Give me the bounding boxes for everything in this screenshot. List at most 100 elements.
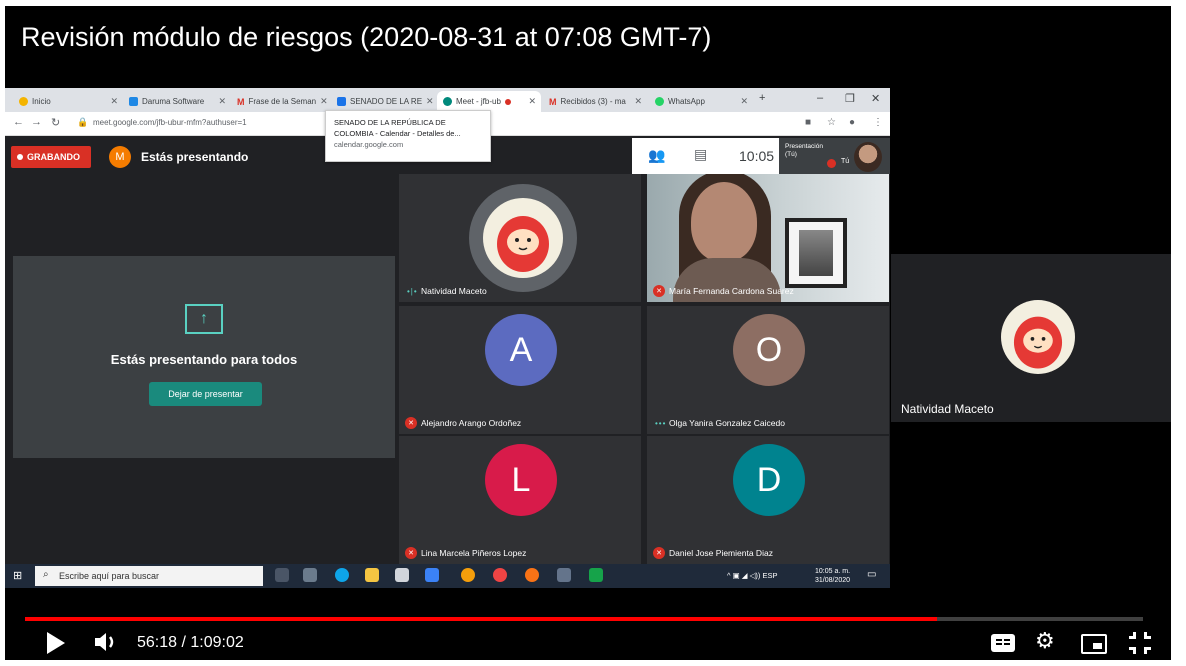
tab-tooltip: SENADO DE LA REPÚBLICA DE COLOMBIA - Cal…: [325, 110, 491, 162]
participant-avatar: [1001, 300, 1075, 374]
edge-icon[interactable]: [335, 568, 349, 582]
close-tab-icon[interactable]: ✕: [218, 96, 231, 107]
settings-gear-icon[interactable]: ⚙: [1035, 628, 1055, 654]
chat-icon[interactable]: ▤: [694, 146, 707, 163]
tab-label: WhatsApp: [668, 97, 705, 106]
file-explorer-icon[interactable]: [365, 568, 379, 582]
taskbar-clock[interactable]: 10:05 a. m. 31/08/2020: [815, 567, 850, 585]
close-window-icon[interactable]: ✕: [871, 92, 880, 105]
player-controls: 56:18 / 1:09:02 ⚙: [5, 626, 1171, 660]
video-player[interactable]: Revisión módulo de riesgos (2020-08-31 a…: [5, 6, 1171, 660]
excel-icon[interactable]: [589, 568, 603, 582]
recording-badge: GRABANDO: [11, 146, 91, 168]
browser-tabstrip: Inicio ✕ Daruma Software ✕ M Frase de la…: [5, 88, 890, 112]
self-view-tile[interactable]: Presentación (Tú) Tú: [779, 138, 890, 174]
browser-tab-inicio[interactable]: Inicio ✕: [13, 91, 123, 112]
close-tab-icon[interactable]: ✕: [320, 96, 331, 107]
store-icon[interactable]: [395, 568, 409, 582]
self-camera-thumbnail: [854, 142, 882, 172]
inicio-favicon-icon: [19, 97, 28, 106]
close-tab-icon[interactable]: ✕: [634, 96, 647, 107]
close-tab-icon[interactable]: ✕: [426, 96, 435, 107]
tooltip-domain: calendar.google.com: [334, 140, 404, 149]
mic-off-icon: ✕: [653, 547, 665, 559]
video-face: [691, 182, 757, 262]
profile-icon[interactable]: ●: [849, 117, 855, 128]
browser-tab-whatsapp[interactable]: WhatsApp ✕: [649, 91, 753, 112]
firefox-icon[interactable]: [525, 568, 539, 582]
play-button[interactable]: [47, 632, 65, 654]
video-picture-frame: [785, 218, 847, 288]
close-tab-icon[interactable]: ✕: [528, 96, 541, 107]
taskbar-app-icon[interactable]: [557, 568, 571, 582]
participant-tile-lina[interactable]: L ✕ Lina Marcela Piñeros Lopez: [399, 436, 641, 564]
seek-bar-progress: [25, 617, 937, 621]
browser-tab-senado[interactable]: SENADO DE LA RE ✕: [331, 91, 435, 112]
taskbar-search-input[interactable]: ⌕ Escribe aquí para buscar: [35, 566, 263, 586]
participant-avatar: O: [733, 314, 805, 386]
participant-name: Natividad Maceto: [421, 286, 487, 296]
spotlight-tile: Natividad Maceto: [891, 254, 1171, 422]
browser-tab-daruma[interactable]: Daruma Software ✕: [123, 91, 231, 112]
recorded-browser-window: Inicio ✕ Daruma Software ✕ M Frase de la…: [5, 88, 890, 588]
chrome-icon[interactable]: [461, 568, 475, 582]
participant-name: Daniel Jose Piemienta Diaz: [669, 548, 773, 558]
presenting-message: Estás presentando para todos: [110, 352, 298, 367]
self-view-line2: (Tú): [785, 151, 797, 158]
minimize-icon[interactable]: –: [817, 92, 823, 104]
reload-icon[interactable]: ↻: [51, 116, 60, 129]
browser-tab-frase[interactable]: M Frase de la Seman ✕: [231, 91, 331, 112]
restore-icon[interactable]: ❐: [845, 92, 855, 105]
notifications-icon[interactable]: ▭: [867, 569, 876, 580]
participant-tile-olga[interactable]: O ••• Olga Yanira Gonzalez Caicedo: [647, 306, 889, 434]
lock-icon: 🔒: [77, 117, 89, 127]
taskbar-app-icon[interactable]: [303, 568, 317, 582]
subtitles-button[interactable]: [991, 634, 1015, 652]
tab-label: SENADO DE LA RE: [350, 97, 423, 106]
miniplayer-button[interactable]: [1081, 634, 1107, 654]
recording-label: GRABANDO: [27, 152, 80, 162]
self-view-line1: Presentación: [785, 143, 823, 150]
self-view-you-label: Tú: [841, 158, 850, 165]
windows-start-icon[interactable]: ⊞: [13, 569, 22, 582]
time-display: 56:18 / 1:09:02: [137, 634, 244, 652]
browser-tab-recibidos[interactable]: M Recibidos (3) - ma ✕: [543, 91, 647, 112]
language-indicator[interactable]: ESP: [762, 571, 777, 580]
system-tray: ^ ▣ ◢ ◁)) ESP: [727, 571, 778, 580]
recording-indicator-icon: [504, 98, 511, 105]
exit-fullscreen-button[interactable]: [1129, 632, 1151, 654]
mic-off-icon: ✕: [405, 417, 417, 429]
task-view-icon[interactable]: [275, 568, 289, 582]
seek-bar[interactable]: [25, 617, 1143, 621]
bookmark-star-icon[interactable]: ☆: [827, 117, 836, 128]
opera-icon[interactable]: [493, 568, 507, 582]
participant-tile-maria[interactable]: ✕ María Fernanda Cardona Suarez: [647, 174, 889, 302]
stop-presenting-button[interactable]: Dejar de presentar: [149, 382, 262, 406]
close-tab-icon[interactable]: ✕: [110, 96, 123, 107]
avatar: M: [109, 146, 131, 168]
speaking-indicator-icon: •••: [655, 419, 667, 428]
duration: 1:09:02: [190, 634, 244, 651]
forward-icon[interactable]: →: [31, 116, 42, 128]
participant-video: [647, 174, 889, 302]
time-separator: /: [177, 634, 191, 651]
meeting-clock: 10:05: [739, 148, 775, 164]
close-tab-icon[interactable]: ✕: [740, 96, 753, 107]
people-icon[interactable]: 👥: [648, 147, 665, 164]
video-title: Revisión módulo de riesgos (2020-08-31 a…: [21, 22, 712, 52]
participant-tile-alejandro[interactable]: A ✕ Alejandro Arango Ordoñez: [399, 306, 641, 434]
volume-icon[interactable]: [93, 630, 121, 654]
participant-tile-daniel[interactable]: D ✕ Daniel Jose Piemienta Diaz: [647, 436, 889, 564]
daruma-favicon-icon: [129, 97, 138, 106]
tab-label: Recibidos (3) - ma: [560, 97, 626, 106]
browser-tab-meet[interactable]: Meet - jfb-ub ✕: [437, 91, 541, 112]
menu-icon[interactable]: ⋮: [873, 117, 883, 128]
mail-icon[interactable]: [425, 568, 439, 582]
presentation-tile: ↑ Estás presentando para todos Dejar de …: [13, 256, 395, 458]
participant-tile-natividad[interactable]: •|• Natividad Maceto: [399, 174, 641, 302]
new-tab-icon[interactable]: +: [759, 92, 765, 104]
back-icon[interactable]: ←: [13, 116, 24, 128]
tab-label: Meet - jfb-ub: [456, 97, 501, 106]
url-field[interactable]: meet.google.com/jfb-ubur-mfm?authuser=1: [93, 118, 247, 127]
camera-icon[interactable]: ■: [805, 117, 811, 128]
